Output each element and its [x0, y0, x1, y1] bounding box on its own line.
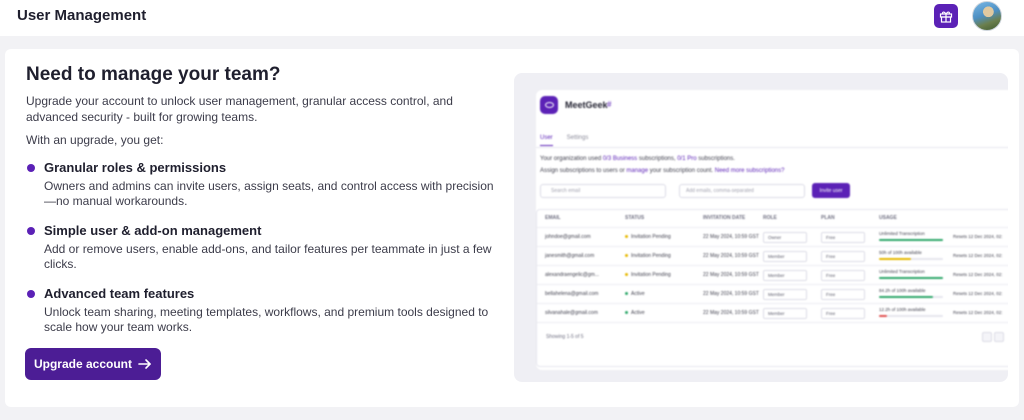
preview-screen: MeetGeek # User Settings Your organizati…: [536, 90, 1008, 370]
row-plan-select: Free: [821, 232, 865, 243]
row-email: silvanahale@gmail.com: [545, 310, 598, 316]
row-date: 22 May 2024, 10:59 GST: [703, 253, 759, 259]
table-row: alexandraengelic@gm... Invitation Pendin…: [537, 265, 1008, 284]
row-status: Invitation Pending: [625, 272, 671, 278]
row-email: johndoe@gmail.com: [545, 234, 591, 240]
row-date: 22 May 2024, 10:59 GST: [703, 310, 759, 316]
preview-tab-settings: Settings: [566, 135, 589, 141]
preview-search-input: Search email: [540, 184, 666, 198]
table-row: johndoe@gmail.com Invitation Pending 22 …: [537, 227, 1008, 246]
feature-description: Add or remove users, enable add-ons, and…: [44, 242, 492, 271]
row-role-select: Owner: [763, 232, 807, 243]
promo-subheading: With an upgrade, you get:: [26, 133, 164, 147]
preview-hash: #: [607, 100, 612, 109]
column-header: EMAIL: [545, 215, 561, 221]
row-email: alexandraengelic@gm...: [545, 272, 599, 278]
usage-bar: [879, 277, 943, 279]
preview-assign-note: Assign subscriptions to users or manage …: [540, 168, 785, 174]
feature-preview-image: MeetGeek # User Settings Your organizati…: [514, 73, 1008, 382]
row-usage: 84.2h of 100h available: [879, 288, 926, 293]
row-plan-select: Free: [821, 270, 865, 281]
table-row: silvanahale@gmail.com Active 22 May 2024…: [537, 303, 1008, 322]
preview-user-table: EMAIL STATUS INVITATION DATE ROLE PLAN U…: [536, 209, 1008, 367]
arrow-right-icon: [138, 359, 151, 369]
upgrade-account-button[interactable]: Upgrade account: [25, 348, 161, 380]
row-plan-select: Free: [821, 289, 865, 300]
table-row: janesmith@gmail.com Invitation Pending 2…: [537, 246, 1008, 265]
feature-title: Granular roles & permissions: [44, 160, 227, 175]
row-plan-select: Free: [821, 251, 865, 262]
preview-table-header: EMAIL STATUS INVITATION DATE ROLE PLAN U…: [537, 210, 1008, 227]
next-page-icon: [994, 332, 1004, 342]
row-email: bellahelena@gmail.com: [545, 291, 599, 297]
row-status: Active: [625, 310, 645, 316]
feature-description: Owners and admins can invite users, assi…: [44, 179, 494, 208]
preview-pagination-text: Showing 1-5 of 5: [546, 334, 584, 340]
row-role-select: Member: [763, 289, 807, 300]
preview-divider: [536, 147, 1008, 148]
promo-intro: Upgrade your account to unlock user mana…: [26, 94, 453, 124]
row-usage: 12.2h of 100h available: [879, 307, 926, 312]
prev-page-icon: [982, 332, 992, 342]
row-role-select: Member: [763, 251, 807, 262]
upgrade-button-label: Upgrade account: [33, 357, 132, 371]
page-title: User Management: [17, 7, 147, 24]
row-reset: Resets 12 Dec 2024, 02:: [953, 272, 1003, 277]
row-reset: Resets 12 Dec 2024, 02:: [953, 291, 1003, 296]
gift-button[interactable]: [934, 4, 958, 28]
row-reset: Resets 12 Dec 2024, 02:: [953, 234, 1003, 239]
row-date: 22 May 2024, 10:59 GST: [703, 291, 759, 297]
row-date: 22 May 2024, 10:59 GST: [703, 234, 759, 240]
column-header: INVITATION DATE: [703, 215, 746, 221]
row-plan-select: Free: [821, 308, 865, 319]
column-header: STATUS: [625, 215, 645, 221]
row-status: Invitation Pending: [625, 253, 671, 259]
table-row: bellahelena@gmail.com Active 22 May 2024…: [537, 284, 1008, 303]
row-reset: Resets 12 Dec 2024, 02:: [953, 253, 1003, 258]
row-usage: Unlimited Transcription: [879, 231, 925, 236]
meetgeek-logo-icon: [540, 96, 558, 114]
usage-bar: [879, 239, 943, 241]
bullet-dot-icon: [27, 164, 35, 172]
preview-invite-button: Invite user: [812, 183, 850, 198]
preview-brand: MeetGeek: [565, 100, 608, 110]
preview-add-emails-input: Add emails, comma-separated: [679, 184, 805, 198]
row-usage: 50h of 100h available: [879, 250, 922, 255]
row-usage: Unlimited Transcription: [879, 269, 925, 274]
column-header: ROLE: [763, 215, 777, 221]
row-date: 22 May 2024, 10:59 GST: [703, 272, 759, 278]
bullet-dot-icon: [27, 227, 35, 235]
usage-bar: [879, 315, 943, 317]
preview-tab-user: User: [540, 135, 553, 146]
preview-usage-summary: Your organization used 0/3 Business subs…: [540, 156, 735, 162]
bullet-dot-icon: [27, 290, 35, 298]
usage-bar: [879, 296, 943, 298]
column-header: PLAN: [821, 215, 835, 221]
feature-description: Unlock team sharing, meeting templates, …: [44, 305, 489, 334]
feature-title: Advanced team features: [44, 286, 195, 301]
preview-tabs: User Settings: [540, 135, 588, 146]
promo-headline: Need to manage your team?: [26, 64, 281, 85]
row-reset: Resets 12 Dec 2024, 02:: [953, 310, 1003, 315]
row-role-select: Member: [763, 270, 807, 281]
top-bar: User Management: [0, 0, 1024, 36]
column-header: USAGE: [879, 215, 897, 221]
row-role-select: Member: [763, 308, 807, 319]
row-status: Invitation Pending: [625, 234, 671, 240]
user-avatar[interactable]: [972, 1, 1002, 31]
row-email: janesmith@gmail.com: [545, 253, 595, 259]
row-status: Active: [625, 291, 645, 297]
usage-bar: [879, 258, 943, 260]
feature-title: Simple user & add-on management: [44, 223, 262, 238]
gift-icon: [939, 11, 953, 23]
preview-pager: [982, 332, 1004, 342]
table-bottom-border: [537, 322, 1008, 323]
